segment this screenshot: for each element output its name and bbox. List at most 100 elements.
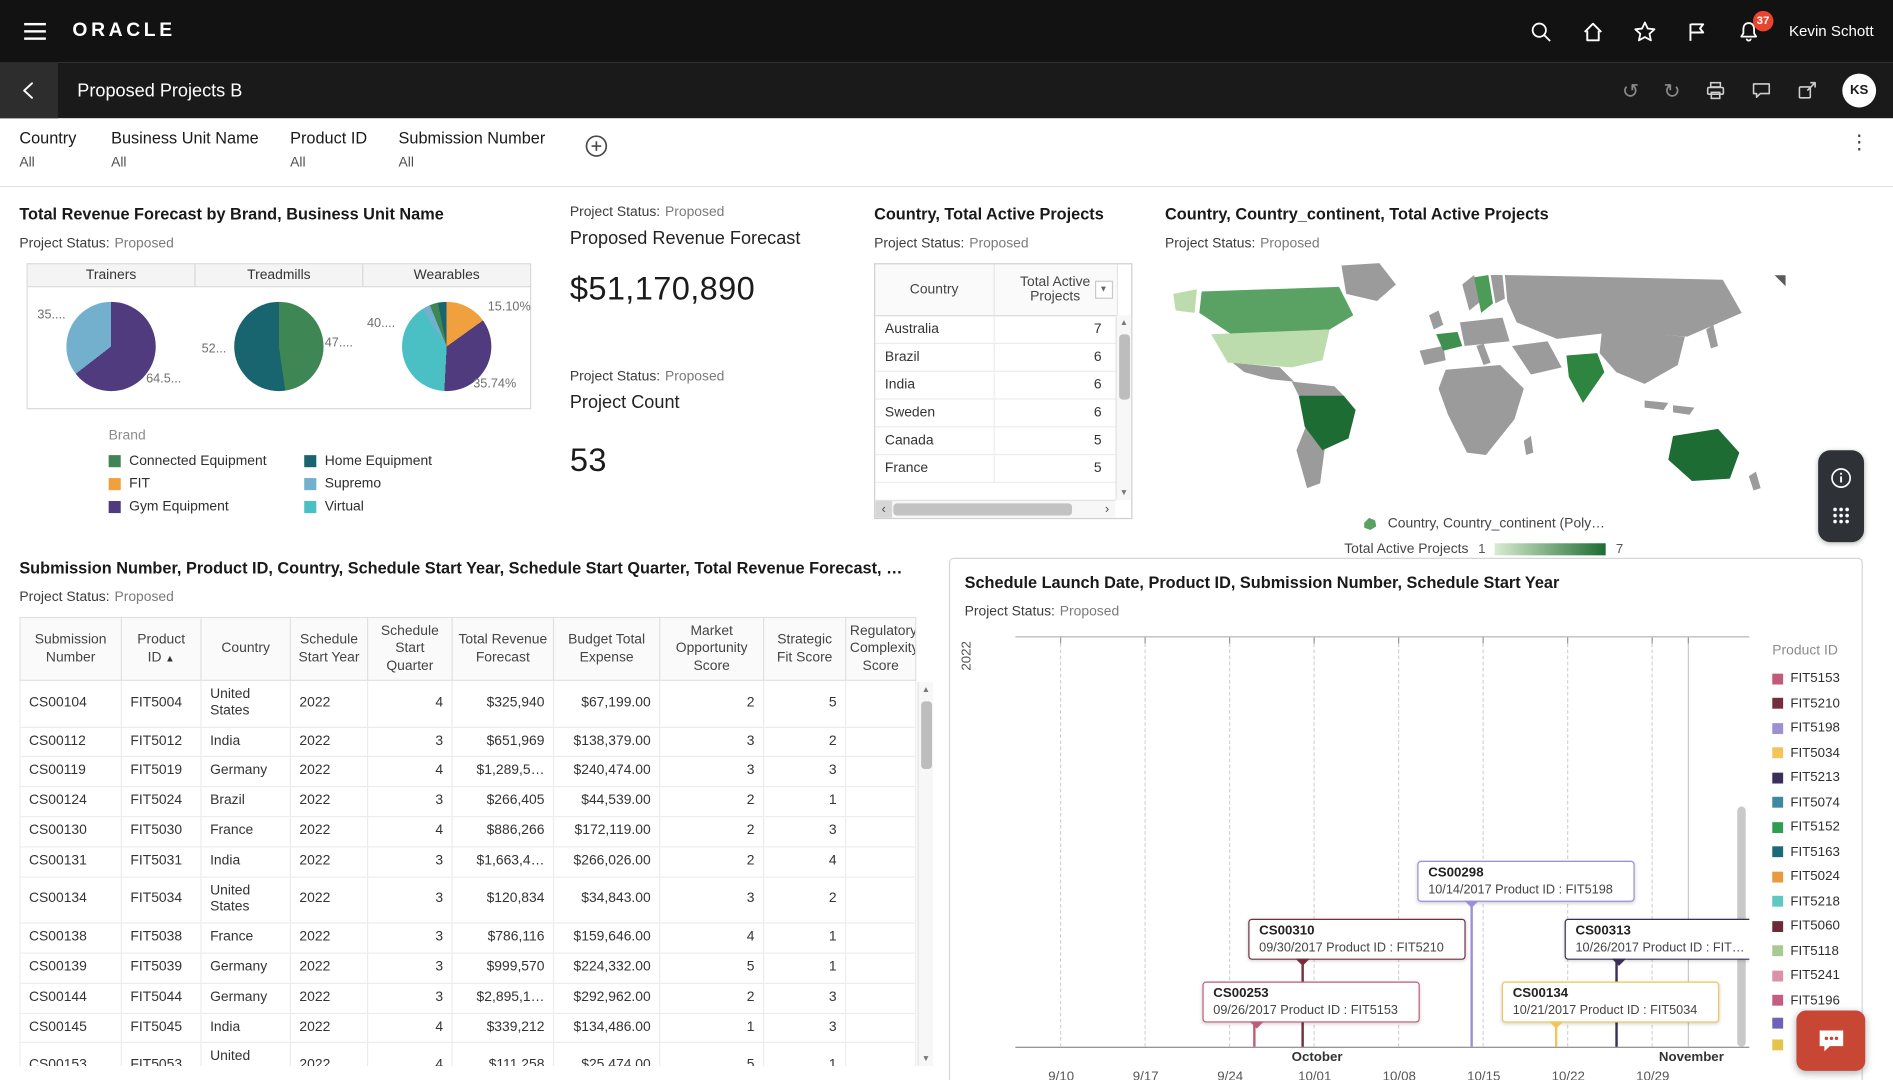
- scroll-down-icon[interactable]: ▼: [1117, 485, 1131, 499]
- notifications-button[interactable]: 37: [1737, 20, 1760, 43]
- filter-chip[interactable]: Country All: [19, 129, 79, 170]
- column-header[interactable]: Market Opportunity Score: [660, 618, 764, 681]
- legend-item[interactable]: FIT: [109, 477, 305, 491]
- legend-item[interactable]: FIT5074: [1772, 795, 1859, 809]
- table-row[interactable]: Brazil6: [875, 343, 1116, 371]
- timeline-callout-cs00310[interactable]: CS00310 09/30/2017 Product ID : FIT5210: [1248, 919, 1465, 960]
- kpi-project-count[interactable]: Project Status:Proposed Project Count 53: [570, 369, 860, 479]
- table-row[interactable]: Canada5: [875, 426, 1116, 454]
- legend-item[interactable]: Connected Equipment: [109, 454, 305, 468]
- legend-item[interactable]: FIT5060: [1772, 919, 1859, 933]
- table-row[interactable]: Australia7: [875, 315, 1116, 343]
- legend-item[interactable]: FIT5152: [1772, 820, 1859, 834]
- legend-item[interactable]: FIT5034: [1772, 745, 1859, 759]
- vertical-scrollbar[interactable]: ▲ ▼: [918, 682, 934, 1066]
- scroll-down-icon[interactable]: ▼: [919, 1052, 933, 1066]
- legend-item[interactable]: Home Equipment: [304, 454, 485, 468]
- comments-button[interactable]: [1751, 80, 1773, 102]
- scrollbar-thumb[interactable]: [1119, 334, 1130, 399]
- legend-item[interactable]: Gym Equipment: [109, 500, 305, 514]
- search-button[interactable]: [1529, 20, 1552, 43]
- column-menu-button[interactable]: ▼: [1094, 280, 1112, 298]
- table-row[interactable]: CS00153FIT5053United States20224 $111,25…: [20, 1043, 916, 1066]
- table-row[interactable]: CS00130FIT5030France20224 $886,266$172,1…: [20, 817, 916, 847]
- scroll-right-icon[interactable]: ›: [1099, 501, 1116, 518]
- column-header[interactable]: Schedule Start Year: [290, 618, 367, 681]
- redo-button[interactable]: ↻: [1663, 80, 1680, 101]
- column-header[interactable]: Country: [875, 264, 993, 315]
- filter-chip[interactable]: Submission Number All: [399, 129, 546, 170]
- table-row[interactable]: CS00138FIT5038France20223 $786,116$159,6…: [20, 923, 916, 953]
- map-layer-legend[interactable]: Country, Country_continent (Poly…: [1165, 517, 1802, 531]
- timeline-plot-area[interactable]: CS00253 09/26/2017 Product ID : FIT5153 …: [1015, 636, 1749, 1048]
- legend-item[interactable]: FIT5163: [1772, 844, 1859, 858]
- undo-button[interactable]: ↺: [1622, 80, 1639, 101]
- scroll-up-icon[interactable]: ▲: [1117, 315, 1131, 329]
- print-button[interactable]: [1705, 80, 1727, 102]
- legend-item[interactable]: FIT5241: [1772, 968, 1859, 982]
- timeline-callout-cs00134[interactable]: CS00134 10/21/2017 Product ID : FIT5034: [1502, 982, 1719, 1023]
- table-row[interactable]: Sweden6: [875, 398, 1116, 426]
- favorites-button[interactable]: [1633, 20, 1656, 43]
- column-header[interactable]: Submission Number: [20, 618, 121, 681]
- legend-item[interactable]: FIT5118: [1772, 943, 1859, 957]
- canvas-menu-button[interactable]: ⋮: [1845, 134, 1874, 153]
- scrollbar-thumb[interactable]: [893, 503, 1072, 515]
- user-name[interactable]: Kevin Schott: [1789, 23, 1874, 40]
- table-row[interactable]: India6: [875, 371, 1116, 399]
- add-filter-button[interactable]: [577, 133, 616, 160]
- table-row[interactable]: CS00131FIT5031India20223 $1,663,4…$266,0…: [20, 847, 916, 877]
- export-button[interactable]: [1796, 80, 1818, 102]
- table-row[interactable]: CS00119FIT5019Germany20224 $1,289,5…$240…: [20, 757, 916, 787]
- column-header[interactable]: Total Active Projects▼: [994, 264, 1117, 315]
- table-row[interactable]: CS00145FIT5045India20224 $339,212$134,48…: [20, 1013, 916, 1043]
- legend-item[interactable]: FIT5198: [1772, 721, 1859, 735]
- column-header[interactable]: Product ID▲: [121, 618, 201, 681]
- apps-grid-button[interactable]: [1830, 505, 1852, 527]
- legend-item[interactable]: FIT5024: [1772, 869, 1859, 883]
- legend-item[interactable]: FIT5153: [1772, 671, 1859, 685]
- table-row[interactable]: CS00134FIT5034United States20223 $120,83…: [20, 877, 916, 924]
- column-header[interactable]: Country: [201, 618, 290, 681]
- column-header[interactable]: Schedule Start Quarter: [368, 618, 453, 681]
- horizontal-scrollbar[interactable]: ‹ ›: [875, 500, 1115, 518]
- table-row[interactable]: CS00139FIT5039Germany20223 $999,570$224,…: [20, 953, 916, 983]
- filter-chip[interactable]: Product ID All: [290, 129, 367, 170]
- pie-chart-trainers[interactable]: [66, 302, 155, 391]
- callout-detail: 10/21/2017 Product ID : FIT5034: [1513, 1003, 1709, 1017]
- legend-item[interactable]: FIT5213: [1772, 770, 1859, 784]
- user-avatar[interactable]: KS: [1842, 74, 1876, 108]
- column-header[interactable]: Strategic Fit Score: [764, 618, 846, 681]
- table-row[interactable]: France5: [875, 454, 1116, 482]
- hamburger-menu-button[interactable]: [19, 18, 50, 45]
- map-zoom-control[interactable]: [1775, 275, 1786, 286]
- table-row[interactable]: CS00104FIT5004United States20224 $325,94…: [20, 680, 916, 727]
- legend-item[interactable]: FIT5218: [1772, 894, 1859, 908]
- scroll-up-icon[interactable]: ▲: [919, 682, 933, 696]
- scroll-left-icon[interactable]: ‹: [875, 501, 892, 518]
- table-row[interactable]: CS00144FIT5044Germany20223 $2,895,1…$292…: [20, 983, 916, 1013]
- legend-item[interactable]: Supremo: [304, 477, 485, 491]
- legend-item[interactable]: FIT5210: [1772, 696, 1859, 710]
- table-row[interactable]: CS00124FIT5024Brazil20223 $266,405$44,53…: [20, 787, 916, 817]
- scrollbar-thumb[interactable]: [921, 701, 932, 769]
- world-map[interactable]: [1165, 261, 1783, 510]
- vertical-scrollbar[interactable]: ▲ ▼: [1116, 315, 1132, 500]
- filter-chip[interactable]: Business Unit Name All: [111, 129, 259, 170]
- feedback-chat-button[interactable]: [1796, 1010, 1865, 1070]
- kpi-proposed-revenue[interactable]: Project Status:Proposed Proposed Revenue…: [570, 205, 860, 308]
- timeline-callout-cs00298[interactable]: CS00298 10/14/2017 Product ID : FIT5198: [1417, 861, 1634, 902]
- announcements-button[interactable]: [1685, 20, 1708, 43]
- table-row[interactable]: CS00112FIT5012India20223 $651,969$138,37…: [20, 727, 916, 757]
- timeline-callout-cs00313[interactable]: CS00313 10/26/2017 Product ID : FIT…: [1565, 919, 1750, 960]
- column-header[interactable]: Budget Total Expense: [554, 618, 660, 681]
- back-button[interactable]: [0, 63, 58, 119]
- legend-item[interactable]: FIT5196: [1772, 993, 1859, 1007]
- info-button[interactable]: [1829, 466, 1853, 490]
- timeline-callout-cs00253[interactable]: CS00253 09/26/2017 Product ID : FIT5153: [1202, 982, 1419, 1023]
- column-header[interactable]: Total Revenue Forecast: [452, 618, 553, 681]
- column-header[interactable]: Regulatory Complexity Score: [846, 618, 916, 681]
- pie-chart-treadmills[interactable]: [234, 302, 323, 391]
- home-button[interactable]: [1581, 20, 1604, 43]
- legend-item[interactable]: Virtual: [304, 500, 485, 514]
